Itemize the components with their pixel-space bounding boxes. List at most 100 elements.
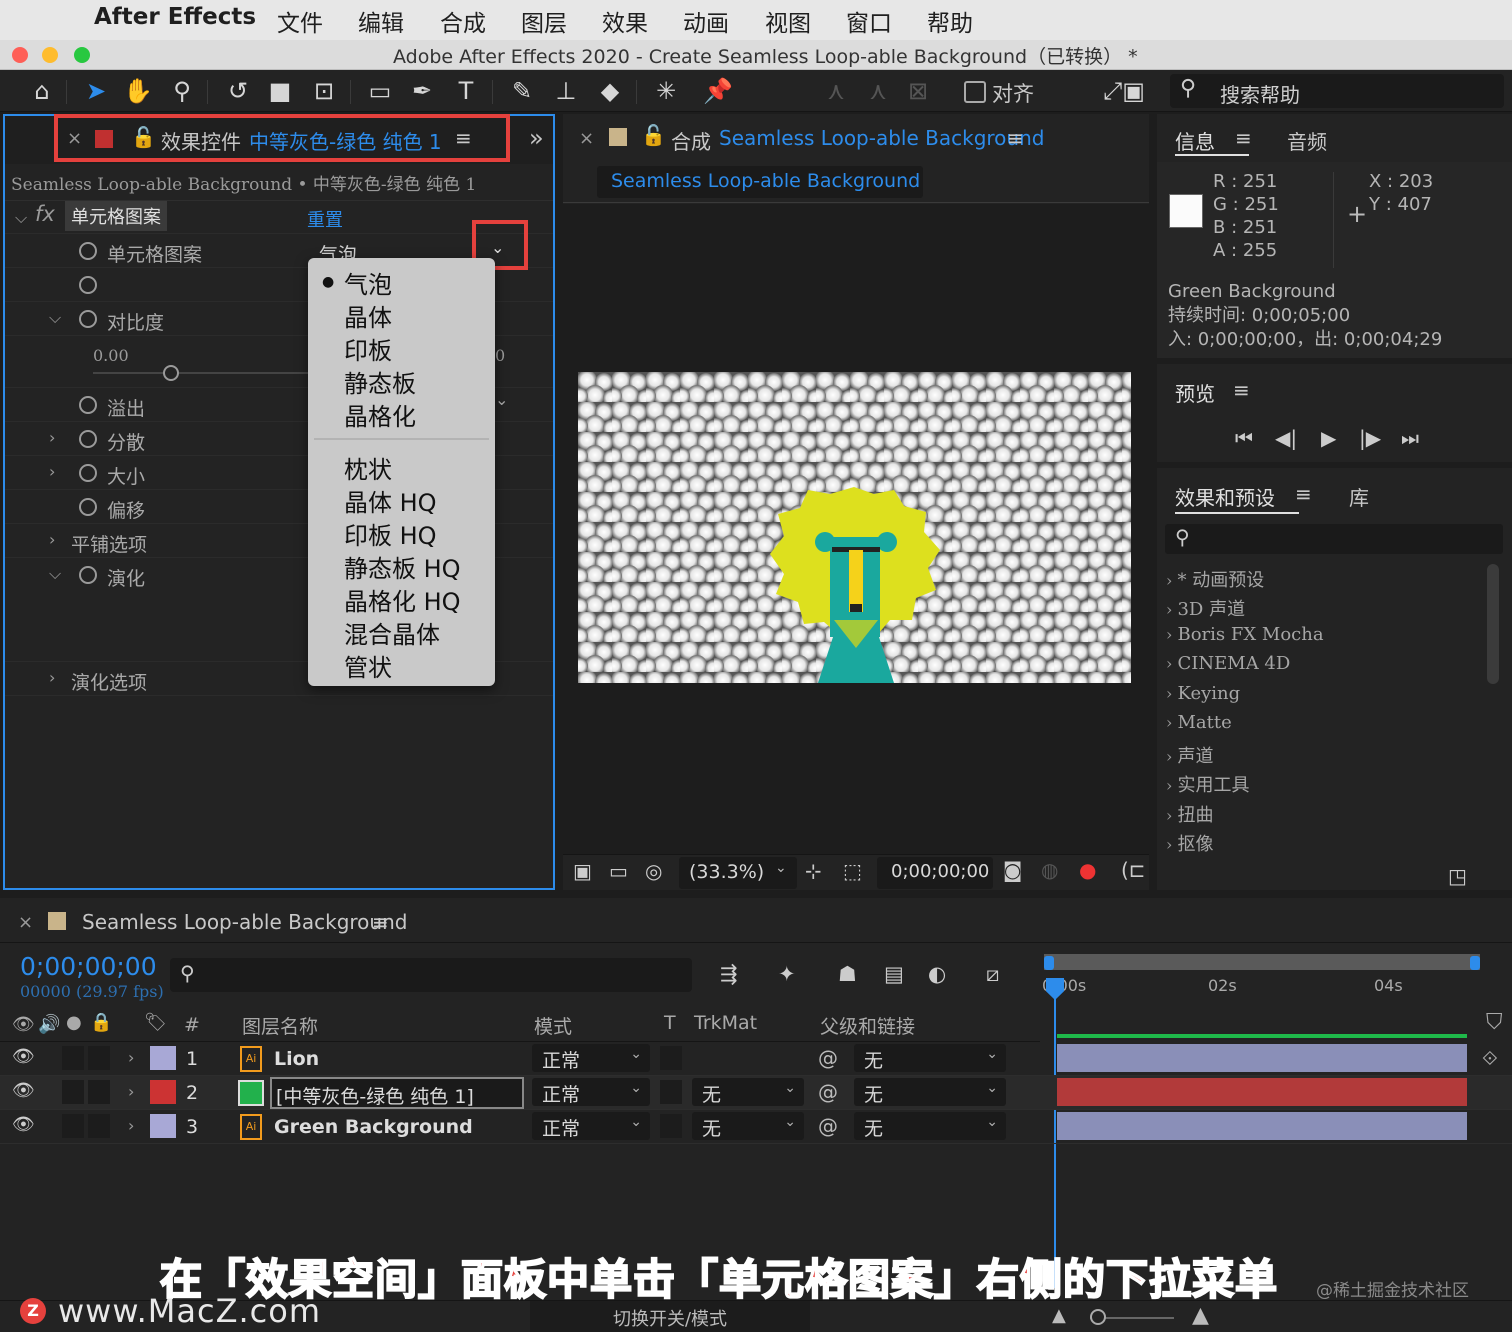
effects-search-input[interactable]: ⚲ <box>1165 524 1503 554</box>
column-parent[interactable]: 父级和链接 <box>820 1012 915 1039</box>
menu-edit[interactable]: 编辑 <box>358 4 404 38</box>
parent-select[interactable]: 无 ⌄ <box>854 1078 1006 1106</box>
comp-viewer[interactable] <box>563 204 1149 854</box>
expand-icon[interactable]: › <box>49 462 55 481</box>
stopwatch-icon[interactable] <box>79 464 97 482</box>
mode-select[interactable]: 正常 ⌄ <box>532 1044 650 1072</box>
preserve-transparency-switch[interactable] <box>660 1046 682 1070</box>
zoom-out-icon[interactable]: ▲ <box>1052 1305 1066 1326</box>
dropdown-option[interactable]: 枕状 <box>344 450 392 485</box>
effects-category[interactable]: › Boris FX Mocha <box>1166 624 1324 645</box>
roto-brush-tool-icon[interactable]: ✳ <box>650 75 682 107</box>
overflow-dropdown-icon[interactable]: ⌄ <box>495 390 508 409</box>
effects-category[interactable]: › Keying <box>1166 683 1240 704</box>
table-row[interactable]: 👁 › 3 Ai Green Background 正常 ⌄ 无 ⌄ @ 无 ⌄ <box>0 1110 1512 1144</box>
comp-marker-bin-icon[interactable]: ⛉ <box>1486 1010 1503 1035</box>
column-trkmat[interactable]: TrkMat <box>694 1012 757 1034</box>
panel-close-icon[interactable]: × <box>18 912 33 933</box>
effects-category[interactable]: › 抠像 <box>1166 830 1213 856</box>
mode-select[interactable]: 正常 ⌄ <box>532 1112 650 1140</box>
expand-icon[interactable]: › <box>128 1082 134 1101</box>
label-color[interactable] <box>150 1046 176 1070</box>
stopwatch-icon[interactable] <box>79 276 97 294</box>
comp-mini-flowchart-icon[interactable]: ⇶ <box>720 962 738 986</box>
lock-switch[interactable] <box>88 1046 110 1070</box>
menu-file[interactable]: 文件 <box>277 4 323 38</box>
effect-name[interactable]: 单元格图案 <box>65 201 167 231</box>
layer-duration-bar[interactable] <box>1057 1044 1467 1072</box>
eye-icon[interactable]: 👁 <box>12 1114 35 1135</box>
zoom-select[interactable]: (33.3%) ⌄ <box>679 857 797 889</box>
dropdown-option[interactable]: 晶格化 HQ <box>344 582 461 617</box>
reset-link[interactable]: 重置 <box>307 206 343 232</box>
shy-layers-icon[interactable]: ☗ <box>838 962 857 986</box>
dropdown-option[interactable]: 晶格化 <box>344 397 416 432</box>
grid-guides-icon[interactable]: ⊹ <box>805 859 822 883</box>
effects-category[interactable]: › 扭曲 <box>1166 801 1213 827</box>
type-tool-icon[interactable]: T <box>450 75 482 107</box>
panel-close-icon[interactable]: × <box>579 128 594 149</box>
effects-category[interactable]: › * 动画预设 <box>1166 566 1264 592</box>
label-tag-icon[interactable]: 🏷 <box>144 1012 167 1033</box>
column-layer-name[interactable]: 图层名称 <box>242 1012 318 1039</box>
layer-name-input[interactable]: [中等灰色-绿色 纯色 1] <box>270 1077 524 1109</box>
eye-icon[interactable]: 👁 <box>12 1080 35 1101</box>
dropdown-option[interactable]: 静态板 HQ <box>344 549 461 584</box>
graph-editor-icon[interactable]: ⧄ <box>986 962 999 987</box>
home-icon[interactable]: ⌂ <box>26 75 58 107</box>
axis-world-icon[interactable]: ⋏ <box>862 75 894 107</box>
effects-presets-tab[interactable]: 效果和预设 <box>1175 482 1275 511</box>
preserve-transparency-switch[interactable] <box>660 1114 682 1138</box>
solo-switch[interactable] <box>62 1114 84 1138</box>
app-menu[interactable]: After Effects <box>94 4 256 30</box>
timeline-search-input[interactable]: ⚲ <box>170 958 692 992</box>
work-area-bar[interactable] <box>1044 954 1480 970</box>
clone-stamp-tool-icon[interactable]: ⊥ <box>550 75 582 107</box>
align-checkbox[interactable] <box>964 81 986 103</box>
effects-category[interactable]: › CINEMA 4D <box>1166 653 1290 674</box>
menu-composition[interactable]: 合成 <box>440 4 486 38</box>
expand-icon[interactable]: › <box>49 428 55 447</box>
comp-tab-label[interactable]: 合成 <box>671 126 711 155</box>
preserve-transparency-switch[interactable] <box>660 1080 682 1104</box>
lock-switch[interactable] <box>88 1080 110 1104</box>
last-frame-icon[interactable]: ⏭ <box>1401 426 1419 450</box>
playhead-handle[interactable] <box>1046 978 1064 1000</box>
panel-menu-icon[interactable]: ≡ <box>1295 482 1312 506</box>
comp-canvas[interactable] <box>578 372 1131 683</box>
menu-animation[interactable]: 动画 <box>683 4 729 38</box>
expand-icon[interactable]: › <box>128 1116 134 1135</box>
previous-frame-icon[interactable]: ◀| <box>1275 426 1297 450</box>
video-toggle-icon[interactable]: 👁 <box>12 1014 35 1035</box>
stopwatch-icon[interactable] <box>79 498 97 516</box>
zoom-window-button[interactable] <box>74 47 90 63</box>
solo-switch[interactable] <box>62 1046 84 1070</box>
effects-category[interactable]: › 实用工具 <box>1166 771 1249 797</box>
expand-icon[interactable]: › <box>128 1048 134 1067</box>
effects-category[interactable]: › 声道 <box>1166 742 1213 768</box>
pen-tool-icon[interactable]: ✒ <box>406 75 438 107</box>
pick-whip-icon[interactable]: @ <box>818 1046 838 1070</box>
monitor-icon[interactable]: ▭ <box>609 859 628 883</box>
panel-menu-icon[interactable]: ≡ <box>1233 378 1250 402</box>
puppet-pin-tool-icon[interactable]: 📌 <box>702 75 734 107</box>
pick-whip-icon[interactable]: @ <box>818 1080 838 1104</box>
brush-tool-icon[interactable]: ✎ <box>506 75 538 107</box>
libraries-tab[interactable]: 库 <box>1349 482 1369 511</box>
effects-scrollbar[interactable] <box>1487 564 1499 684</box>
effects-category[interactable]: › Matte <box>1166 712 1232 733</box>
channel-rgb-icon[interactable]: ● <box>1079 858 1096 882</box>
table-row[interactable]: 👁 › 1 Ai Lion 正常 ⌄ @ 无 ⌄ <box>0 1034 1512 1076</box>
minimize-window-button[interactable] <box>42 47 58 63</box>
dropdown-option[interactable]: 混合晶体 <box>344 615 440 650</box>
label-color[interactable] <box>150 1114 176 1138</box>
rotate-tool-icon[interactable]: ↺ <box>222 75 254 107</box>
trkmat-select[interactable]: 无 ⌄ <box>692 1078 804 1106</box>
audio-tab[interactable]: 音频 <box>1287 126 1327 155</box>
lock-icon[interactable]: 🔓 <box>641 123 666 147</box>
pan-behind-tool-icon[interactable]: ⊡ <box>308 75 340 107</box>
stopwatch-icon[interactable] <box>79 430 97 448</box>
trkmat-select[interactable]: 无 ⌄ <box>692 1112 804 1140</box>
audio-toggle-icon[interactable]: 🔊 <box>38 1014 60 1035</box>
panel-menu-icon[interactable]: ≡ <box>1007 126 1024 150</box>
